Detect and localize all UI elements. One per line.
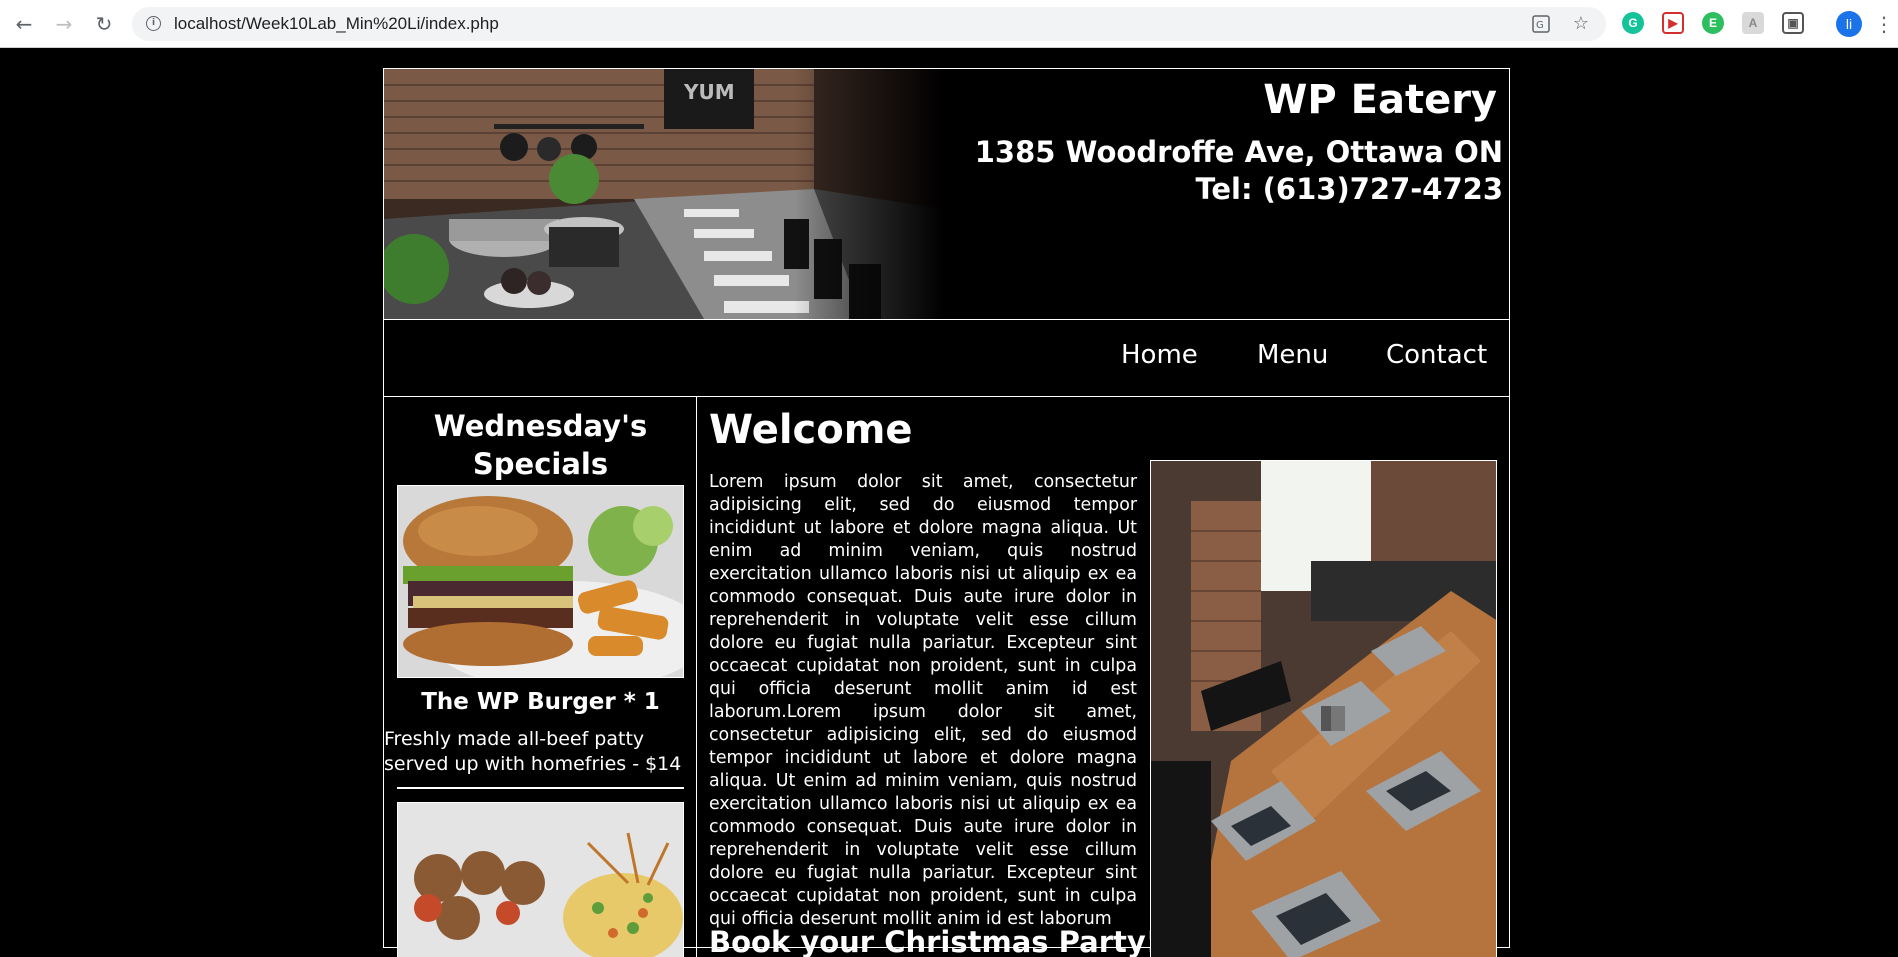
main-content: Welcome Lorem ipsum dolor sit amet, cons…	[697, 397, 1509, 957]
info-icon[interactable]: i	[146, 16, 161, 31]
video-extension-icon[interactable]: ▶	[1662, 12, 1684, 34]
menu-icon[interactable]: ⋮	[1874, 12, 1894, 36]
page-wrapper: YUM WP Eatery 1385 Woodroffe Ave, Ottawa…	[383, 68, 1510, 957]
extension-icon[interactable]: A	[1742, 12, 1764, 34]
site-title: WP Eatery	[1263, 77, 1497, 123]
special-divider	[397, 787, 684, 789]
nav-contact-link[interactable]: Contact	[1386, 340, 1487, 370]
reload-icon[interactable]: ↻	[92, 12, 116, 36]
url-text[interactable]: localhost/Week10Lab_Min%20Li/index.php	[174, 7, 499, 41]
site-phone: Tel: (613)727-4723	[1195, 172, 1503, 206]
avatar[interactable]: li	[1836, 11, 1862, 37]
site-address: 1385 Woodroffe Ave, Ottawa ON	[974, 135, 1503, 169]
welcome-text: Lorem ipsum dolor sit amet, consectetur …	[709, 472, 1137, 929]
screenshot-icon[interactable]: ▣	[1782, 12, 1804, 34]
specials-title-line1: Wednesday's	[433, 409, 648, 443]
special-description: Freshly made all-beef patty served up wi…	[384, 728, 682, 775]
star-icon[interactable]: ☆	[1572, 15, 1590, 33]
browser-toolbar: ← → ↻ i localhost/Week10Lab_Min%20Li/ind…	[0, 0, 1898, 48]
translate-icon[interactable]: G	[1532, 15, 1550, 33]
address-bar[interactable]: i localhost/Week10Lab_Min%20Li/index.php…	[132, 7, 1606, 41]
nav-home-link[interactable]: Home	[1121, 340, 1198, 370]
forward-icon[interactable]: →	[52, 12, 76, 36]
grammarly-icon[interactable]: G	[1622, 12, 1644, 34]
kitchen-photo: YUM	[384, 69, 944, 319]
main-nav: Home Menu Contact	[384, 320, 1509, 397]
svg-text:YUM: YUM	[683, 80, 735, 104]
site-header: YUM WP Eatery 1385 Woodroffe Ave, Ottawa…	[384, 69, 1509, 320]
welcome-heading: Welcome	[709, 407, 913, 453]
nav-menu-link[interactable]: Menu	[1257, 340, 1328, 370]
christmas-heading: Book your Christmas Party!	[709, 925, 1159, 957]
skewer-photo	[397, 802, 684, 957]
svg-text:G: G	[1536, 20, 1544, 31]
evernote-icon[interactable]: E	[1702, 12, 1724, 34]
back-icon[interactable]: ←	[12, 12, 36, 36]
burger-photo	[397, 485, 684, 678]
specials-title: Wednesday's Specials	[384, 407, 696, 483]
specials-sidebar: Wednesday's Specials The WP Burger * 1 F…	[384, 397, 697, 957]
specials-title-line2: Specials	[472, 447, 609, 481]
dining-room-photo	[1150, 460, 1497, 957]
special-name: The WP Burger * 1	[421, 689, 660, 715]
